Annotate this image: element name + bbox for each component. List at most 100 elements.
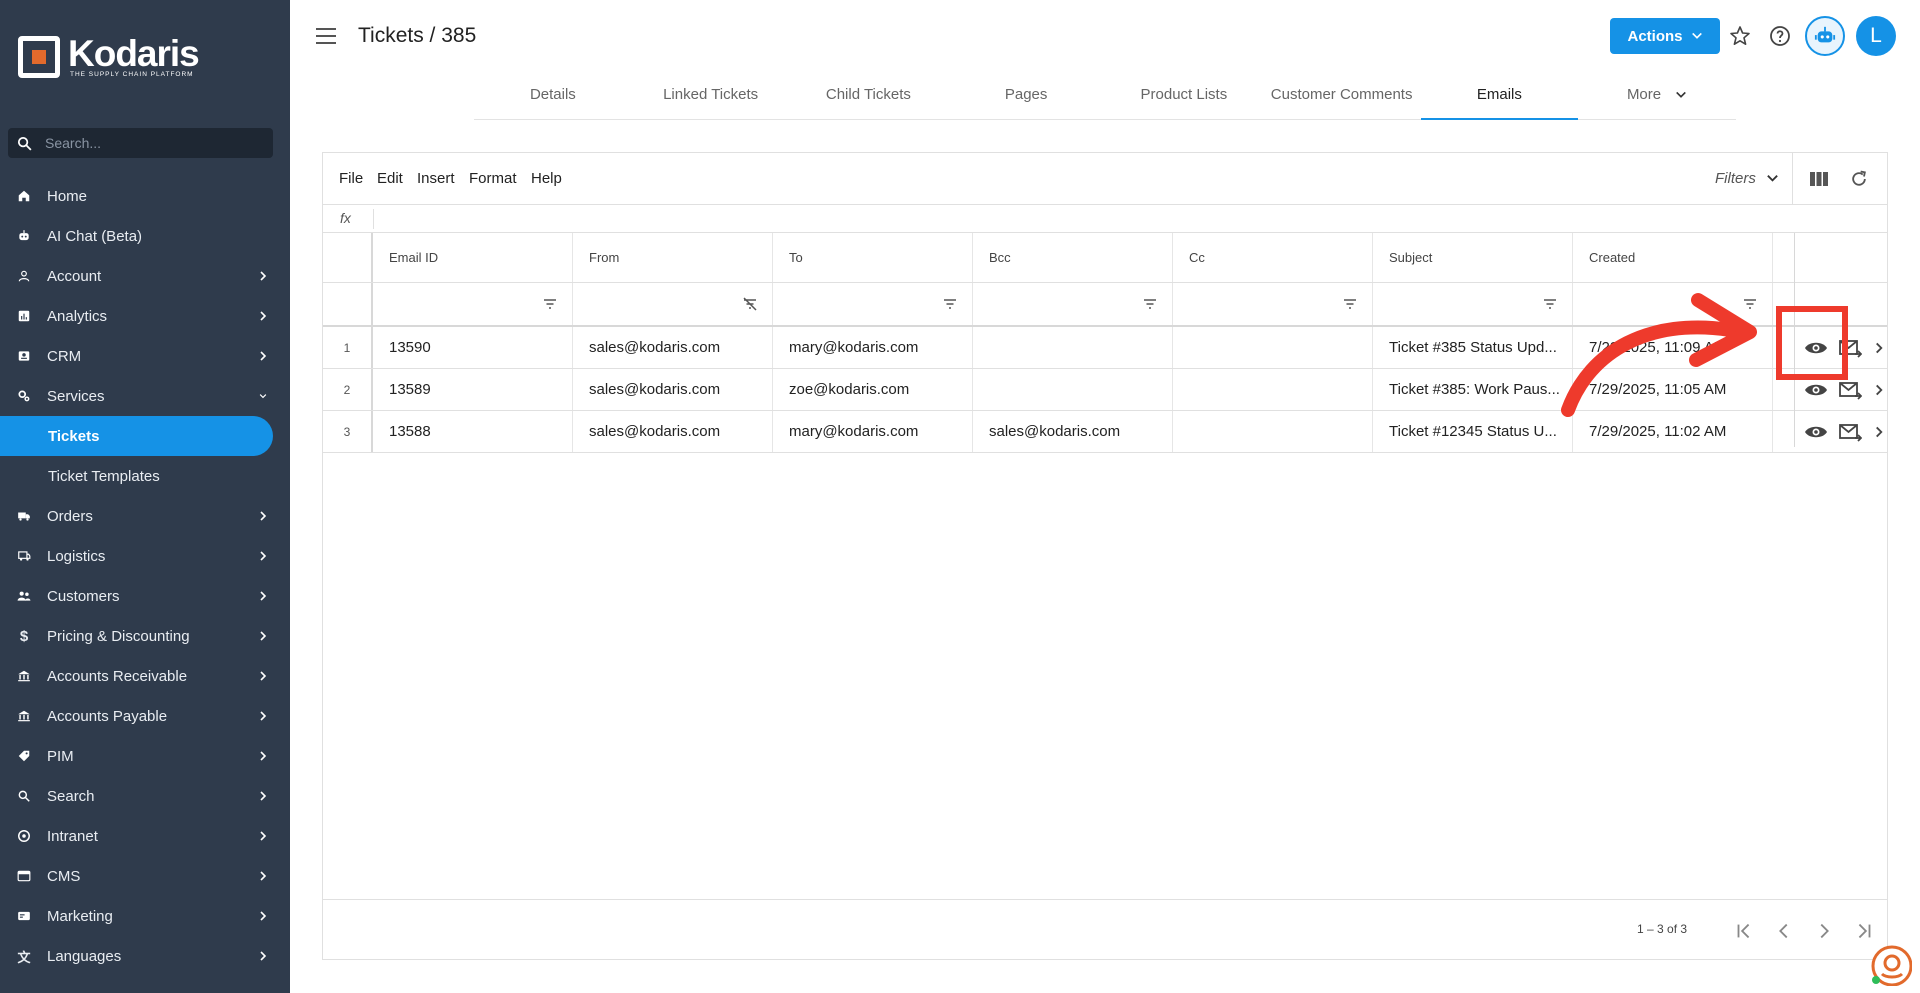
menu-format[interactable]: Format [469, 170, 517, 187]
filter-cell-to[interactable] [773, 283, 973, 325]
menu-file[interactable]: File [339, 170, 363, 187]
chevron-right-icon [260, 591, 267, 601]
sidebar-item-label: CRM [47, 347, 82, 365]
cell-email-id[interactable]: 13590 [373, 327, 573, 368]
cell-subject[interactable]: Ticket #385 Status Upd... [1373, 327, 1573, 368]
chevron-right-icon[interactable] [1872, 382, 1886, 398]
column-header-email-id[interactable]: Email ID [373, 233, 573, 282]
filter-cell-cc[interactable] [1173, 283, 1373, 325]
view-eye-icon[interactable] [1804, 378, 1828, 402]
sidebar-item-ticket-templates[interactable]: Ticket Templates [0, 456, 290, 496]
actions-button[interactable]: Actions [1610, 18, 1720, 54]
last-page-icon[interactable] [1853, 920, 1875, 942]
tab-more[interactable]: More [1578, 76, 1736, 119]
menu-edit[interactable]: Edit [377, 170, 403, 187]
filter-icon[interactable] [1342, 296, 1358, 312]
column-header-to[interactable]: To [773, 233, 973, 282]
cell-subject[interactable]: Ticket #12345 Status U... [1373, 411, 1573, 452]
sidebar-search-input[interactable] [45, 135, 245, 151]
tab-emails[interactable]: Emails [1420, 76, 1579, 120]
cell-bcc[interactable]: sales@kodaris.com [973, 411, 1173, 452]
tab-linked-tickets[interactable]: Linked Tickets [632, 76, 790, 119]
cell-to[interactable]: zoe@kodaris.com [773, 369, 973, 410]
filter-icon[interactable] [942, 296, 958, 312]
column-header-subject[interactable]: Subject [1373, 233, 1573, 282]
cell-email-id[interactable]: 13589 [373, 369, 573, 410]
column-header-created[interactable]: Created [1573, 233, 1773, 282]
chat-support-icon[interactable] [1868, 942, 1912, 986]
menu-toggle-icon[interactable] [316, 28, 336, 44]
sidebar-item-label: Home [47, 187, 88, 205]
sidebar-item-languages[interactable]: 文 Languages [0, 936, 290, 976]
view-eye-icon[interactable] [1804, 420, 1828, 444]
sidebar-item-account[interactable]: Account [0, 256, 290, 296]
filter-cell-from[interactable] [573, 283, 773, 325]
sidebar-item-accounts-receivable[interactable]: Accounts Receivable [0, 656, 290, 696]
filter-cell-subject[interactable] [1373, 283, 1573, 325]
tab-pages[interactable]: Pages [947, 76, 1105, 119]
cell-bcc[interactable] [973, 327, 1173, 368]
sidebar-item-tickets[interactable]: Tickets [0, 416, 273, 456]
filters-dropdown[interactable]: Filters [1715, 170, 1779, 187]
tab-customer-comments[interactable]: Customer Comments [1263, 76, 1421, 119]
sidebar-item-crm[interactable]: CRM [0, 336, 290, 376]
forward-email-icon[interactable] [1838, 420, 1862, 444]
sidebar-item-label: Search [47, 787, 95, 805]
avatar[interactable]: L [1856, 16, 1896, 56]
star-icon[interactable] [1728, 24, 1752, 48]
sidebar-item-accounts-payable[interactable]: Accounts Payable [0, 696, 290, 736]
cell-bcc[interactable] [973, 369, 1173, 410]
help-icon[interactable] [1768, 24, 1792, 48]
sidebar-item-ai-chat[interactable]: AI Chat (Beta) [0, 216, 290, 256]
sidebar-item-logistics[interactable]: Logistics [0, 536, 290, 576]
next-page-icon[interactable] [1813, 920, 1835, 942]
tab-child-tickets[interactable]: Child Tickets [790, 76, 948, 119]
first-page-icon[interactable] [1733, 920, 1755, 942]
cell-to[interactable]: mary@kodaris.com [773, 327, 973, 368]
chevron-right-icon[interactable] [1872, 340, 1886, 356]
sidebar-item-cms[interactable]: CMS [0, 856, 290, 896]
columns-icon[interactable] [1809, 169, 1829, 189]
menu-insert[interactable]: Insert [417, 170, 455, 187]
filter-cell-email-id[interactable] [373, 283, 573, 325]
chevron-right-icon [260, 791, 267, 801]
filter-icon[interactable] [1142, 296, 1158, 312]
forward-email-icon[interactable] [1838, 378, 1862, 402]
tab-details[interactable]: Details [474, 76, 632, 119]
column-header-bcc[interactable]: Bcc [973, 233, 1173, 282]
tab-product-lists[interactable]: Product Lists [1105, 76, 1263, 119]
column-header-from[interactable]: From [573, 233, 773, 282]
ai-assistant-button[interactable] [1805, 16, 1845, 56]
previous-page-icon[interactable] [1773, 920, 1795, 942]
sidebar-item-marketing[interactable]: Marketing [0, 896, 290, 936]
column-header-cc[interactable]: Cc [1173, 233, 1373, 282]
formula-bar[interactable]: fx [323, 205, 1887, 233]
refresh-icon[interactable] [1849, 169, 1869, 189]
sidebar-item-intranet[interactable]: Intranet [0, 816, 290, 856]
filter-cell-bcc[interactable] [973, 283, 1173, 325]
kodaris-logo[interactable]: Kodaris THE SUPPLY CHAIN PLATFORM [18, 35, 200, 78]
cell-to[interactable]: mary@kodaris.com [773, 411, 973, 452]
sidebar-item-customers[interactable]: Customers [0, 576, 290, 616]
sidebar-item-pim[interactable]: PIM [0, 736, 290, 776]
cell-email-id[interactable]: 13588 [373, 411, 573, 452]
sidebar-item-search[interactable]: Search [0, 776, 290, 816]
cell-cc[interactable] [1173, 369, 1373, 410]
sidebar-item-home[interactable]: Home [0, 176, 290, 216]
sidebar-item-analytics[interactable]: Analytics [0, 296, 290, 336]
sidebar-item-orders[interactable]: Orders [0, 496, 290, 536]
cell-subject[interactable]: Ticket #385: Work Paus... [1373, 369, 1573, 410]
sidebar-search[interactable] [8, 128, 273, 158]
filter-icon[interactable] [542, 296, 558, 312]
sidebar-item-services[interactable]: Services [0, 376, 290, 416]
cell-from[interactable]: sales@kodaris.com [573, 327, 773, 368]
cell-cc[interactable] [1173, 327, 1373, 368]
sidebar-item-pricing[interactable]: $ Pricing & Discounting [0, 616, 290, 656]
cell-cc[interactable] [1173, 411, 1373, 452]
menu-help[interactable]: Help [531, 170, 562, 187]
filter-off-icon[interactable] [742, 296, 758, 312]
cell-from[interactable]: sales@kodaris.com [573, 411, 773, 452]
cell-from[interactable]: sales@kodaris.com [573, 369, 773, 410]
chevron-right-icon[interactable] [1872, 424, 1886, 440]
sidebar-item-label: Languages [47, 947, 122, 965]
